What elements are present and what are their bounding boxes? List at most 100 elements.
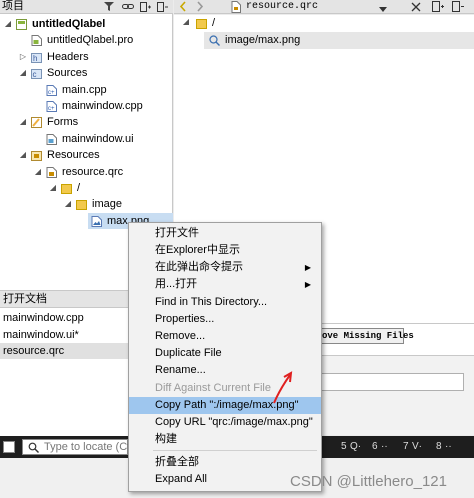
menu-item-6[interactable]: Properties... [129, 311, 321, 328]
tree-item-resource-qrc[interactable]: ◢ resource.qrc [0, 164, 173, 180]
remove-missing-files-label: ove Missing Files [322, 331, 414, 341]
submenu-arrow-icon: ▶ [304, 280, 311, 289]
forward-arrow-icon[interactable] [196, 1, 204, 12]
menu-item-label: Duplicate File [155, 347, 222, 359]
menu-item-8[interactable]: Duplicate File [129, 345, 321, 362]
collapsed-arrow-icon[interactable]: ▷ [18, 49, 28, 65]
search-icon [28, 442, 39, 453]
remove-missing-files-button[interactable]: ove Missing Files [318, 328, 414, 344]
expanded-arrow-icon[interactable]: ◢ [33, 164, 43, 180]
pane-6-label[interactable]: ·· [381, 436, 388, 458]
expanded-arrow-icon[interactable]: ◢ [18, 65, 28, 81]
split-icon[interactable] [140, 2, 151, 12]
qrc-file-icon [46, 166, 57, 178]
folder-icon [76, 199, 87, 211]
tree-item-label: main.cpp [62, 83, 107, 96]
tree-item-untitledqlabel[interactable]: ◢ untitledQlabel [0, 16, 173, 32]
split-view-icon[interactable] [432, 1, 444, 12]
pane-5-label[interactable]: Q· [350, 436, 361, 458]
sidebar-toggle-icon[interactable] [3, 441, 15, 453]
tree-item-label: Forms [47, 116, 79, 129]
cpp-file-icon: c+ [46, 84, 57, 96]
pane-8-number[interactable]: 8 [436, 436, 442, 458]
menu-item-label: 在此弹出命令提示 [155, 261, 243, 273]
pane-5-number[interactable]: 5 [341, 436, 347, 458]
tree-item-label: Sources [47, 67, 88, 80]
menu-item-14[interactable]: 折叠全部 [129, 454, 321, 471]
menu-item-3[interactable]: 在此弹出命令提示 ▶ [129, 259, 321, 276]
editor-tree-row-image[interactable]: image/max.png [204, 32, 474, 49]
open-doc-item[interactable]: mainwindow.ui* [0, 327, 128, 343]
tree-item-headers[interactable]: ▷ h Headers [0, 49, 173, 65]
locator-input[interactable]: Type to locate (Ctr [22, 439, 134, 455]
menu-item-7[interactable]: Remove... [129, 328, 321, 345]
folder-icon [61, 183, 72, 194]
svg-text:h: h [33, 54, 37, 63]
tab-close-icon[interactable] [411, 2, 421, 12]
close-split-icon[interactable] [157, 2, 168, 12]
tree-item-image[interactable]: ◢ image [0, 196, 173, 212]
expanded-arrow-icon[interactable]: ◢ [3, 16, 13, 32]
forms-folder-icon [31, 117, 42, 129]
menu-item-label: Diff Against Current File [155, 382, 271, 394]
editor-toolbar: resource.qrc [174, 0, 474, 14]
tree-item-mainwindow-ui[interactable]: mainwindow.ui [0, 131, 173, 147]
tree-item-label: Headers [47, 50, 89, 63]
open-docs-header: 打开文档 [0, 290, 128, 308]
editor-tree-root-label: / [212, 17, 216, 29]
filter-icon[interactable] [104, 2, 114, 11]
tree-item-resources[interactable]: ◢ Resources [0, 147, 173, 163]
pane-6-number[interactable]: 6 [372, 436, 378, 458]
open-doc-item[interactable]: resource.qrc [0, 343, 128, 359]
cpp-file-icon: c+ [46, 101, 57, 112]
svg-text:c+: c+ [48, 90, 55, 96]
ui-file-icon [46, 133, 57, 145]
expanded-arrow-icon[interactable]: ◢ [18, 114, 28, 130]
resources-folder-icon [31, 150, 42, 162]
back-arrow-icon[interactable] [179, 1, 187, 12]
menu-item-5[interactable]: Find in This Directory... [129, 294, 321, 311]
menu-item-12[interactable]: Copy URL "qrc:/image/max.png" [129, 414, 321, 431]
editor-tree-row-root[interactable]: ◢ / [174, 15, 474, 31]
menu-item-13[interactable]: 构建 [129, 431, 321, 448]
tree-item-[interactable]: ◢ / [0, 180, 173, 196]
tree-item-label: untitledQlabel.pro [47, 34, 134, 47]
sources-folder-icon: c [31, 68, 42, 80]
project-icon [16, 19, 27, 30]
tab-dropdown-icon[interactable] [379, 4, 387, 12]
tree-item-forms[interactable]: ◢ Forms [0, 114, 173, 130]
expand-arrow-icon[interactable]: ◢ [181, 17, 191, 26]
folder-icon [196, 18, 207, 29]
pane-7-number[interactable]: 7 [403, 436, 409, 458]
svg-text:c+: c+ [48, 106, 55, 112]
link-icon[interactable] [122, 2, 134, 11]
tree-item-label: mainwindow.ui [62, 132, 134, 145]
tree-item-label: untitledQlabel [32, 18, 106, 30]
editor-tab-label[interactable]: resource.qrc [246, 0, 318, 13]
menu-item-label: Expand All [155, 473, 207, 485]
tree-item-main-cpp[interactable]: c+ main.cpp [0, 82, 173, 98]
tree-item-label: image [92, 198, 122, 211]
expanded-arrow-icon[interactable]: ◢ [48, 180, 58, 196]
expanded-arrow-icon[interactable]: ◢ [18, 147, 28, 163]
menu-item-label: 在Explorer中显示 [155, 244, 240, 256]
close-view-icon[interactable] [452, 1, 464, 12]
menu-item-label: 用...打开 [155, 278, 198, 290]
open-doc-item[interactable]: mainwindow.cpp [0, 310, 128, 326]
pane-7-label[interactable]: V· [412, 436, 422, 458]
svg-text:c: c [33, 70, 37, 79]
menu-item-label: 打开文件 [155, 227, 199, 239]
menu-item-4[interactable]: 用...打开 ▶ [129, 276, 321, 293]
tree-item-untitledqlabel-pro[interactable]: untitledQlabel.pro [0, 32, 173, 48]
headers-folder-icon: h [31, 52, 42, 63]
menu-item-1[interactable]: 打开文件 [129, 225, 321, 242]
pane-8-label[interactable]: ·· [445, 436, 452, 458]
tree-item-mainwindow-cpp[interactable]: c+ mainwindow.cpp [0, 98, 173, 114]
open-docs-title: 打开文档 [3, 293, 47, 305]
qrc-tab-icon [231, 1, 241, 13]
resource-lower-field [314, 373, 464, 391]
left-panel-header: 项目 [0, 0, 173, 14]
menu-item-2[interactable]: 在Explorer中显示 [129, 242, 321, 259]
tree-item-sources[interactable]: ◢ c Sources [0, 65, 173, 81]
expanded-arrow-icon[interactable]: ◢ [63, 196, 73, 212]
